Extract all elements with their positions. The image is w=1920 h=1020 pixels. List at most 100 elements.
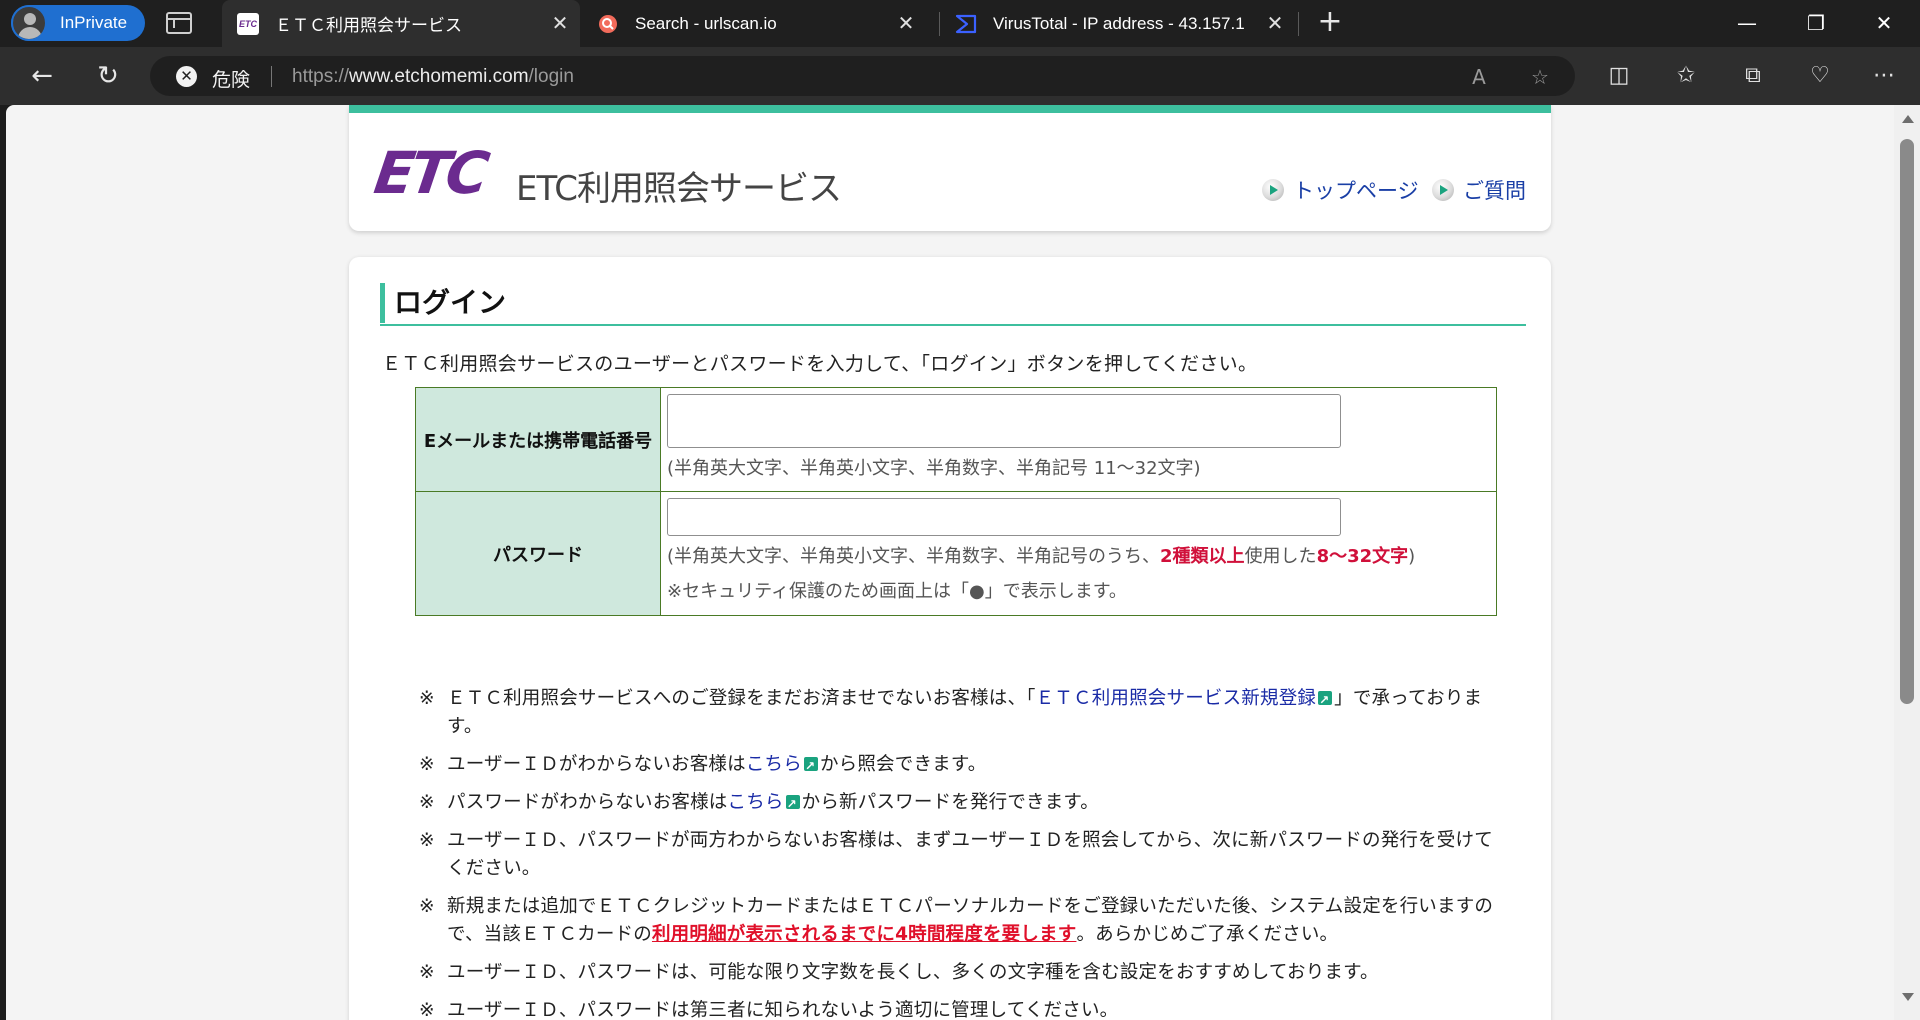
security-label[interactable]: 危険 <box>212 65 250 92</box>
window-close-icon[interactable]: ✕ <box>1855 0 1913 47</box>
login-heading: ログイン <box>380 283 506 323</box>
avatar <box>11 5 47 41</box>
top-page-label: トップページ <box>1293 179 1419 203</box>
login-form-table: Eメールまたは携帯電話番号 (半角英大文字、半角英小文字、半角数字、半角記号 1… <box>415 387 1497 616</box>
site-header: ETC ETC利用照会サービス トップページ ご質問 <box>349 105 1551 231</box>
password-security-note: ※セキュリティ保護のため画面上は「●」で表示します。 <box>667 581 1127 602</box>
note-text: ＥＴＣ利用照会サービスへのご登録をまだお済ませでないお客様は、「 <box>447 688 1036 709</box>
danger-icon[interactable]: ✕ <box>176 66 197 87</box>
link-label: こちら <box>745 754 802 775</box>
note-mark: ※ <box>419 896 435 917</box>
arrow-bullet-icon <box>1262 179 1284 201</box>
password-hint-pre: (半角英大文字、半角英小文字、半角数字、半角記号のうち、 <box>667 546 1161 567</box>
list-item: ※ 新規または追加でＥＴＣクレジットカードまたはＥＴＣパーソナルカードをご登録い… <box>419 893 1499 949</box>
tab-title: VirusTotal - IP address - 43.157.1 <box>993 13 1245 33</box>
link-label: こちら <box>727 792 784 813</box>
register-link-label: ＥＴＣ利用照会サービス新規登録 <box>1035 688 1317 709</box>
note-text: 。あらかじめご了承ください。 <box>1076 924 1339 945</box>
note-text: ユーザーＩＤ、パスワードは、可能な限り文字数を長くし、多くの文字種を含む設定をお… <box>447 962 1379 983</box>
password-label: パスワード <box>415 491 661 616</box>
page-scrollbar[interactable] <box>1894 105 1920 1020</box>
refresh-icon[interactable]: ↻ <box>92 60 124 92</box>
note-mark: ※ <box>419 754 435 775</box>
browser-toolbar: ← ↻ ✕ 危険 https://www.etchomemi.com/login… <box>0 47 1920 105</box>
note-mark: ※ <box>419 792 435 813</box>
list-item: ※ パスワードがわからないお客様はこちらから新パスワードを発行できます。 <box>419 789 1499 818</box>
favorite-star-icon[interactable]: ☆ <box>1528 65 1552 89</box>
note-text: ユーザーＩＤ、パスワードが両方わからないお客様は、まずユーザーＩＤを照会してから… <box>447 830 1493 879</box>
login-card: ログイン ＥＴＣ利用照会サービスのユーザーとパスワードを入力して、「ログイン」ボ… <box>349 257 1551 1020</box>
close-icon[interactable]: ✕ <box>550 11 570 36</box>
favorites-icon[interactable]: ✩ <box>1672 62 1700 90</box>
note-text: から新パスワードを発行できます。 <box>801 792 1099 813</box>
top-page-link[interactable]: トップページ <box>1262 175 1419 205</box>
back-arrow-icon[interactable]: ← <box>26 60 58 92</box>
tab-etc[interactable]: ETC ＥＴＣ利用照会サービス ✕ <box>222 0 580 47</box>
url-host: www.etchomemi.com <box>349 66 529 87</box>
tab-title: ＥＴＣ利用照会サービス <box>275 16 462 35</box>
external-link-icon <box>803 752 818 780</box>
profile-label: InPrivate <box>60 13 128 32</box>
page-viewport: ETC ETC利用照会サービス トップページ ご質問 ログイン ＥＴＣ利用照会サ… <box>6 105 1894 1020</box>
tab-strip: InPrivate ETC ＥＴＣ利用照会サービス ✕ Search - url… <box>0 0 1920 47</box>
list-item: ※ ユーザーＩＤ、パスワードは、可能な限り文字数を長くし、多くの文字種を含む設定… <box>419 959 1499 987</box>
note-mark: ※ <box>419 688 435 709</box>
etc-logo[interactable]: ETC <box>370 139 489 207</box>
processing-time-warning: 利用明細が表示されるまでに4時間程度を要します <box>651 924 1077 945</box>
note-text: パスワードがわからないお客様は <box>447 792 728 813</box>
url-text[interactable]: https://www.etchomemi.com/login <box>292 66 574 88</box>
close-icon[interactable]: ✕ <box>1265 11 1285 36</box>
list-item: ※ ユーザーＩＤ、パスワードは第三者に知られないよう適切に管理してください。 <box>419 997 1499 1020</box>
email-hint: (半角英大文字、半角英小文字、半角数字、半角記号 11～32文字) <box>667 458 1201 479</box>
address-divider <box>271 66 272 87</box>
heading-rule <box>380 324 1526 326</box>
restore-icon[interactable]: ❐ <box>1787 0 1845 47</box>
login-intro: ＥＴＣ利用照会サービスのユーザーとパスワードを入力して、「ログイン」ボタンを押し… <box>382 353 1258 375</box>
tab-title: Search - urlscan.io <box>635 13 777 33</box>
external-link-icon <box>1318 686 1333 714</box>
read-aloud-icon[interactable]: A <box>1467 65 1491 89</box>
more-menu-icon[interactable]: ⋯ <box>1870 62 1898 90</box>
notes-list: ※ ＥＴＣ利用照会サービスへのご登録をまだお済ませでないお客様は、「ＥＴＣ利用照… <box>419 685 1499 1020</box>
list-item: ※ ユーザーＩＤがわからないお客様はこちらから照会できます。 <box>419 751 1499 780</box>
split-screen-icon[interactable]: ◫ <box>1605 62 1633 90</box>
scroll-thumb[interactable] <box>1900 139 1914 704</box>
url-scheme: https:// <box>292 66 350 87</box>
password-hint-mid: 使用した <box>1244 546 1317 567</box>
password-hint-length: 8～32文字 <box>1316 546 1409 567</box>
email-row: Eメールまたは携帯電話番号 (半角英大文字、半角英小文字、半角数字、半角記号 1… <box>415 387 1497 492</box>
close-icon[interactable]: ✕ <box>896 11 916 36</box>
minimize-icon[interactable]: — <box>1718 0 1776 47</box>
new-tab-icon[interactable]: + <box>1316 7 1344 38</box>
profile-button[interactable]: InPrivate <box>11 5 145 41</box>
email-label: Eメールまたは携帯電話番号 <box>415 387 661 492</box>
service-title: ETC利用照会サービス <box>516 169 842 209</box>
scroll-down-icon[interactable] <box>1902 993 1914 1001</box>
external-link-icon <box>785 790 800 818</box>
user-id-lookup-link[interactable]: こちら <box>745 752 820 780</box>
register-link[interactable]: ＥＴＣ利用照会サービス新規登録 <box>1035 686 1335 714</box>
address-bar[interactable]: ✕ 危険 https://www.etchomemi.com/login A ☆ <box>150 56 1575 96</box>
password-reset-link[interactable]: こちら <box>727 790 802 818</box>
faq-link[interactable]: ご質問 <box>1432 175 1526 205</box>
arrow-bullet-icon <box>1432 179 1454 201</box>
note-text: ユーザーＩＤがわからないお客様は <box>447 754 746 775</box>
tab-urlscan[interactable]: Search - urlscan.io ✕ <box>582 0 926 47</box>
collections-icon[interactable]: ⧉ <box>1739 62 1767 90</box>
tab-actions-icon[interactable] <box>166 12 192 34</box>
tab-virustotal[interactable]: VirusTotal - IP address - 43.157.1 ✕ <box>940 0 1295 47</box>
email-field[interactable] <box>667 394 1341 448</box>
note-text: ユーザーＩＤ、パスワードは第三者に知られないよう適切に管理してください。 <box>447 1000 1119 1020</box>
note-mark: ※ <box>419 962 435 983</box>
password-hint-post: ) <box>1408 546 1416 567</box>
virustotal-favicon-icon <box>955 13 977 35</box>
password-field[interactable] <box>667 498 1341 536</box>
note-mark: ※ <box>419 830 435 851</box>
scroll-up-icon[interactable] <box>1902 115 1914 123</box>
list-item: ※ ＥＴＣ利用照会サービスへのご登録をまだお済ませでないお客様は、「ＥＴＣ利用照… <box>419 685 1499 741</box>
password-row: パスワード (半角英大文字、半角英小文字、半角数字、半角記号のうち、2種類以上使… <box>415 491 1497 616</box>
etc-favicon-icon: ETC <box>237 12 259 35</box>
browser-essentials-icon[interactable]: ♡ <box>1806 62 1834 90</box>
password-hint-emphasis: 2種類以上 <box>1160 546 1245 567</box>
password-hint: (半角英大文字、半角英小文字、半角数字、半角記号のうち、2種類以上使用した8～3… <box>667 542 1490 568</box>
